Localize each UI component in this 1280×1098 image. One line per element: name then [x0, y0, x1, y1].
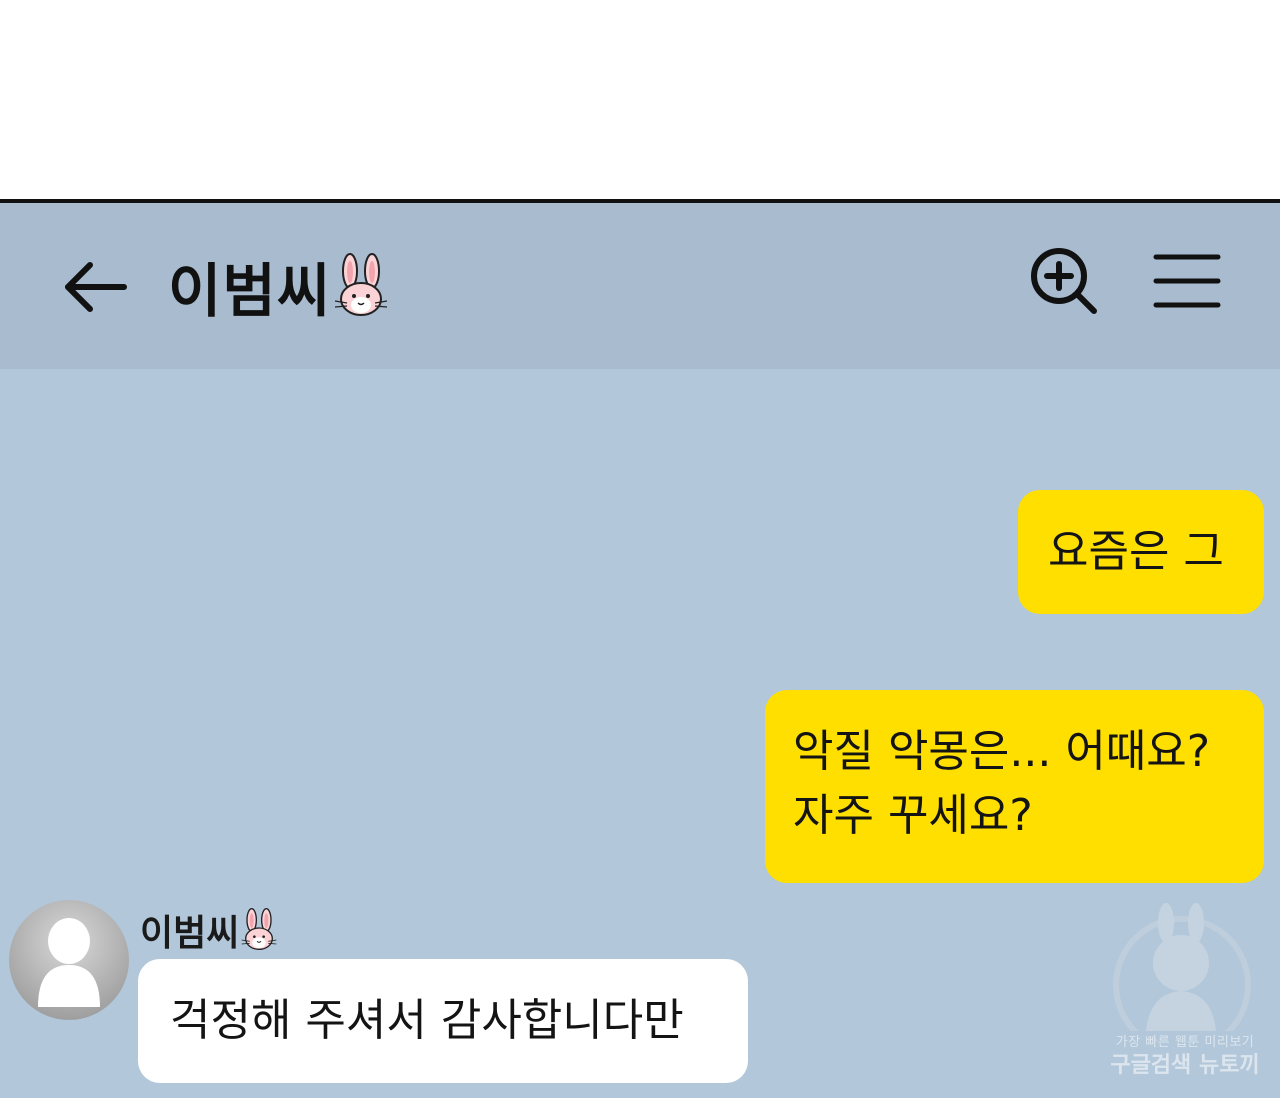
search-button[interactable]	[1026, 243, 1104, 321]
watermark: 가장 빠른 웹툰 미리보기 구글검색 뉴토끼	[1096, 901, 1268, 1091]
back-button[interactable]	[58, 249, 134, 325]
rabbit-face-icon	[334, 253, 388, 316]
message-text: 요즘은 그	[1048, 526, 1224, 577]
sender-name: 이범씨	[140, 905, 279, 955]
chat-title-text: 이범씨	[168, 257, 332, 325]
hamburger-menu-icon	[1153, 254, 1221, 308]
watermark-logo-icon	[1113, 903, 1251, 1054]
chat-title: 이범씨	[168, 243, 391, 329]
message-text: 자주 꾸세요?	[793, 790, 1033, 841]
chat-message-area[interactable]: 요즘은 그 악질 악몽은... 어때요? 자주 꾸세요? 이범씨 걱정해 주셔서…	[0, 369, 1280, 1098]
sender-name-text: 이범씨	[140, 913, 240, 954]
my-message-bubble[interactable]: 요즘은 그	[1018, 490, 1264, 614]
chat-header: 이범씨	[0, 203, 1280, 369]
avatar[interactable]	[8, 899, 130, 1021]
default-profile-icon	[9, 900, 129, 1020]
top-blank-area	[0, 0, 1280, 200]
other-message-bubble[interactable]: 걱정해 주셔서 감사합니다만	[138, 959, 748, 1083]
watermark-brand: 구글검색 뉴토끼	[1110, 1053, 1260, 1078]
arrow-left-icon	[65, 262, 127, 312]
menu-button[interactable]	[1148, 249, 1226, 319]
message-text: 악질 악몽은... 어때요?	[793, 726, 1211, 777]
zoom-in-search-icon	[1031, 248, 1097, 314]
my-message-bubble[interactable]: 악질 악몽은... 어때요? 자주 꾸세요?	[765, 690, 1264, 883]
rabbit-face-icon	[241, 908, 277, 950]
message-text: 걱정해 주셔서 감사합니다만	[170, 995, 684, 1046]
